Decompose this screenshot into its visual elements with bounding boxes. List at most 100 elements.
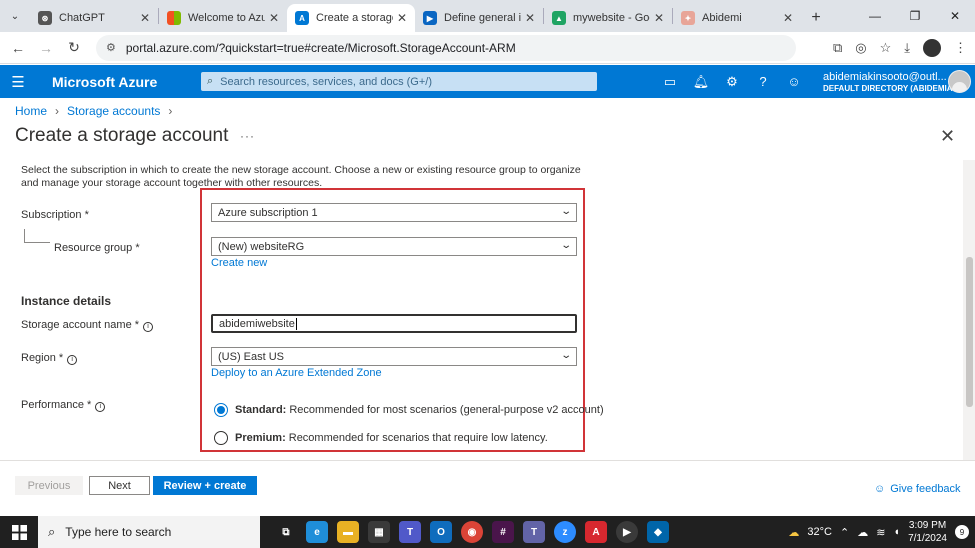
feedback-icon[interactable]: ☺ [786,74,802,89]
resource-group-dropdown[interactable]: (New) websiteRG ⌄ [211,237,577,256]
subscription-dropdown[interactable]: Azure subscription 1 ⌄ [211,203,577,222]
account-avatar[interactable] [948,70,971,93]
browser-tab[interactable]: ▲ mywebsite - Goog ✕ [544,4,672,32]
azure-brand[interactable]: Microsoft Azure [52,74,157,90]
help-icon[interactable]: ? [755,74,771,89]
volume-icon[interactable]: ◖ [893,526,900,538]
url-field[interactable]: ⚙ portal.azure.com/?quickstart=true#crea… [96,34,796,61]
new-tab-icon[interactable]: + [801,4,831,32]
breadcrumb-home[interactable]: Home [15,104,47,118]
teams-classic-icon[interactable]: T [523,521,545,543]
microsoft-icon [167,11,181,25]
search-icon: ⌕ [207,75,214,87]
account-info[interactable]: abidemiakinsooto@outl... DEFAULT DIRECTO… [823,71,959,95]
close-tab-icon[interactable]: ✕ [783,11,793,25]
give-feedback-link[interactable]: ☺ Give feedback [874,483,961,495]
settings-gear-icon[interactable]: ⚙ [724,74,740,90]
info-icon[interactable]: i [95,402,106,412]
close-tab-icon[interactable]: ✕ [140,11,150,25]
window-controls: — ❐ ✕ [855,0,975,32]
instance-details-heading: Instance details [21,294,112,308]
radio-unselected[interactable] [214,431,228,445]
tab-search-icon[interactable]: ⌄ [0,0,30,32]
scrollbar-thumb[interactable] [966,257,973,407]
azure-header: ☰ Microsoft Azure ⌕ Search resources, se… [0,65,975,98]
browser-tab-strip: ⌄ ⊛ ChatGPT ✕ Welcome to Azure ✕ A Creat… [0,0,975,32]
performance-premium-option[interactable]: Premium: Recommended for scenarios that … [214,431,548,445]
azure-icon: A [295,11,309,25]
next-button[interactable]: Next [89,476,150,495]
taskbar-search-input[interactable]: ⌕ Type here to search [38,516,260,548]
radio-selected[interactable] [214,403,228,417]
forward-icon[interactable]: → [32,40,60,56]
create-new-link[interactable]: Create new [211,257,267,269]
browser-tab[interactable]: Welcome to Azure ✕ [159,4,287,32]
browser-tab[interactable]: ✦ Abidemi ✕ [673,4,801,32]
acrobat-icon[interactable]: A [585,521,607,543]
restore-icon[interactable]: ❐ [895,0,935,32]
close-tab-icon[interactable]: ✕ [397,11,407,25]
tree-connector [24,229,50,243]
back-icon[interactable]: ← [4,40,32,56]
region-dropdown[interactable]: (US) East US ⌄ [211,347,577,366]
weather-icon[interactable]: ☁ [788,526,799,539]
close-tab-icon[interactable]: ✕ [269,11,279,25]
address-bar: ← → ↻ ⚙ portal.azure.com/?quickstart=tru… [0,32,975,64]
minimize-icon[interactable]: — [855,0,895,32]
info-icon[interactable]: i [143,322,154,332]
close-blade-icon[interactable]: ✕ [940,126,955,147]
close-tab-icon[interactable]: ✕ [525,11,535,25]
teams-icon[interactable]: T [399,521,421,543]
performance-standard-option[interactable]: Standard: Recommended for most scenarios… [214,403,604,417]
media-player-icon[interactable]: ▶ [616,521,638,543]
temperature[interactable]: 32°C [807,526,832,538]
previous-button[interactable]: Previous [15,476,83,495]
notifications-bell-icon[interactable]: 🔔︎ [693,74,710,90]
extended-zone-link[interactable]: Deploy to an Azure Extended Zone [211,367,382,379]
browser-tab[interactable]: ▶ Define general inf ✕ [415,4,543,32]
wifi-icon[interactable]: ≋ [876,526,885,539]
file-explorer-icon[interactable]: ▬ [337,521,359,543]
more-options-icon[interactable]: ··· [240,129,255,143]
windows-taskbar: ⌕ Type here to search ⧉ e ▬ ▦ T O ◉ # T … [0,516,975,548]
profile-avatar[interactable] [923,39,941,57]
close-window-icon[interactable]: ✕ [935,0,975,32]
edge-icon[interactable]: e [306,521,328,543]
bookmark-star-icon[interactable]: ☆ [880,40,892,56]
site-info-icon[interactable]: ⚙ [106,41,116,54]
chevron-down-icon: ⌄ [559,350,572,361]
reload-icon[interactable]: ↻ [60,39,88,56]
store-icon[interactable]: ▦ [368,521,390,543]
hamburger-menu-icon[interactable]: ☰ [0,73,36,91]
eye-off-icon[interactable]: ◎ [855,40,866,56]
browser-tab-active[interactable]: A Create a storage a ✕ [287,4,415,32]
info-icon[interactable]: i [67,355,78,365]
network-icon[interactable]: ☁ [857,526,868,539]
more-menu-icon[interactable]: ⋮ [954,40,967,56]
region-label: Region * i [21,352,78,365]
slack-icon[interactable]: # [492,521,514,543]
windows-start-icon[interactable] [0,524,38,540]
review-create-button[interactable]: Review + create [153,476,257,495]
azure-search-input[interactable]: ⌕ Search resources, services, and docs (… [201,72,597,91]
chevron-down-icon: ⌄ [559,240,572,251]
outlook-icon[interactable]: O [430,521,452,543]
browser-tab[interactable]: ⊛ ChatGPT ✕ [30,4,158,32]
install-app-icon[interactable]: ⧉ [833,40,842,56]
chrome-icon[interactable]: ◉ [461,521,483,543]
vscode-icon[interactable]: ◆ [647,521,669,543]
close-tab-icon[interactable]: ✕ [654,11,664,25]
video-icon: ▶ [423,11,437,25]
chatgpt-icon: ⊛ [38,11,52,25]
breadcrumb-storage-accounts[interactable]: Storage accounts [67,104,160,118]
tray-chevron-icon[interactable]: ⌃ [840,526,849,539]
clock[interactable]: 3:09 PM 7/1/2024 [908,519,947,545]
cloud-shell-icon[interactable]: ▭ [662,74,678,90]
google-drive-icon: ▲ [552,11,566,25]
download-icon[interactable]: ⤓ [904,40,910,56]
storage-account-name-input[interactable]: abidemiwebsite [211,314,577,333]
notification-badge[interactable]: 9 [955,525,969,539]
task-view-icon[interactable]: ⧉ [275,521,297,543]
zoom-icon[interactable]: z [554,521,576,543]
resource-group-label: Resource group * [54,242,140,254]
